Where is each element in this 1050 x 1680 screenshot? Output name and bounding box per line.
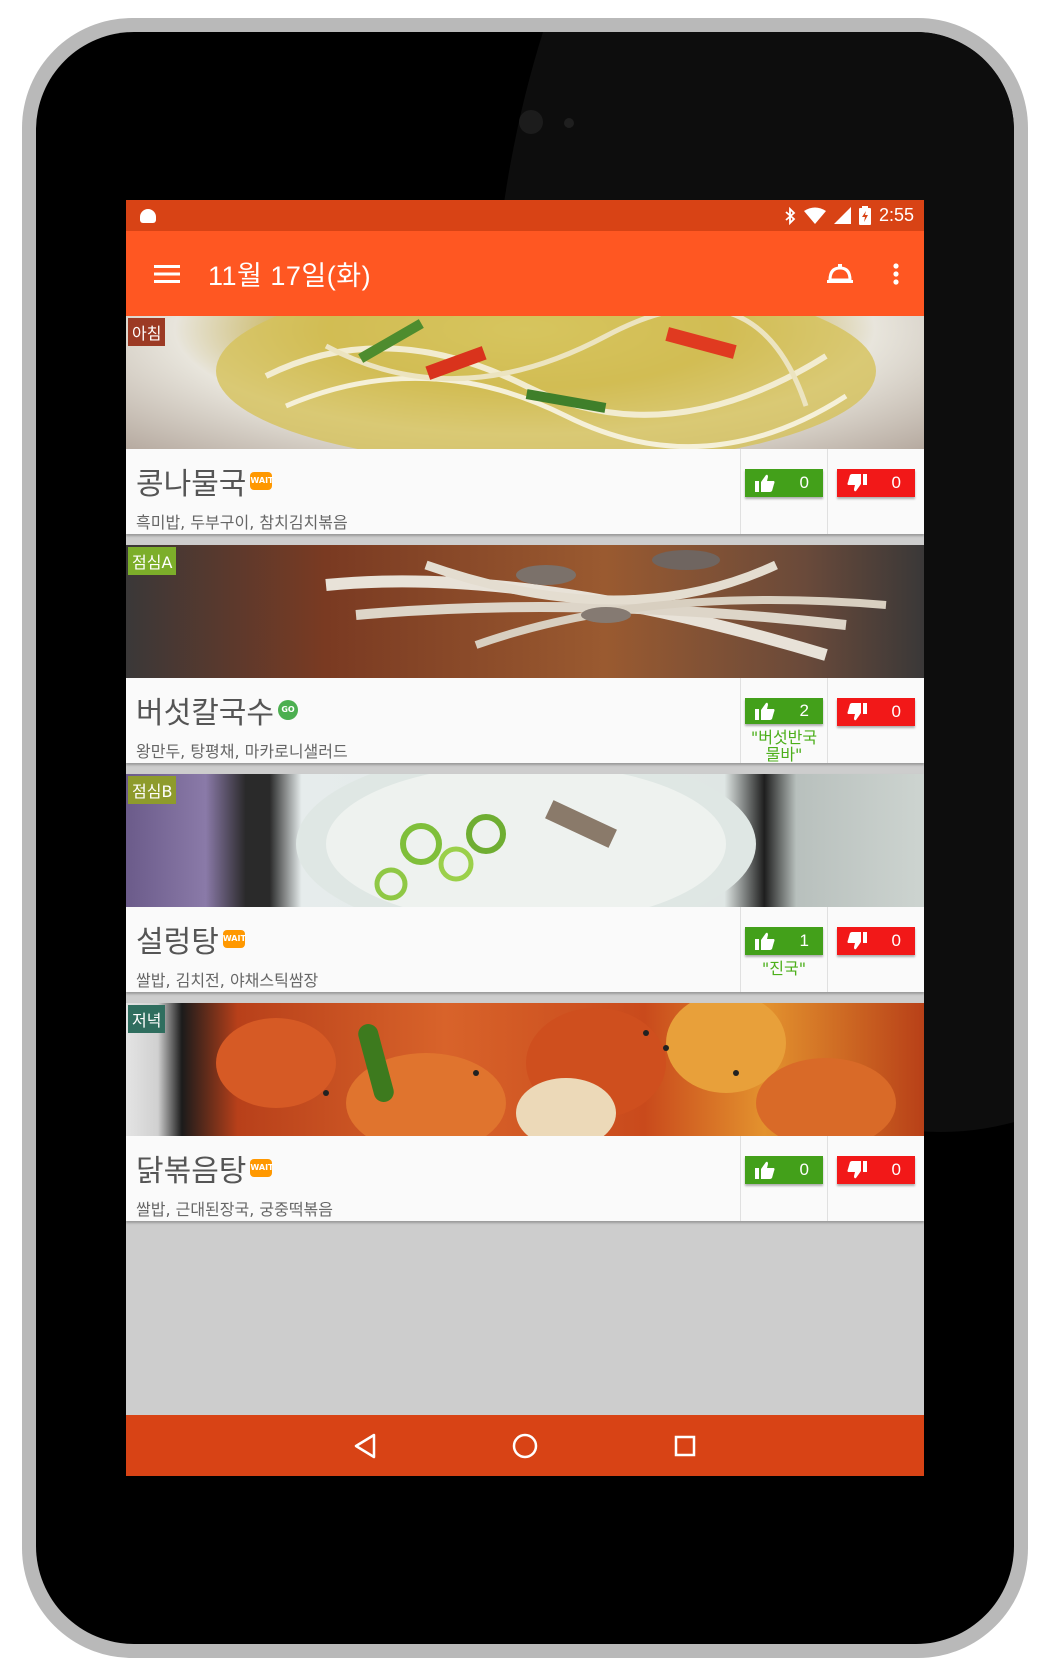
navigation-bar [126,1415,924,1476]
dislike-button[interactable]: 0 [837,698,915,726]
meal-card[interactable]: 아침 콩나물국 WAIT 흑미밥, 두부구이, 참치김치볶음 0 0 [126,316,924,534]
dish-photo: 점심A [126,545,924,678]
page-title: 11월 17일(화) [208,261,372,291]
side-dishes: 왕만두, 탕평채, 마카로니샐러드 [136,742,348,761]
thumb-down-icon [847,703,867,721]
alarm-button[interactable] [812,231,868,316]
dish-photo: 점심B [126,774,924,907]
dish-name: 닭볶음탕 [136,1154,247,1189]
like-count: 1 [799,931,809,950]
like-count: 0 [799,1160,809,1179]
dislike-count: 0 [891,473,901,492]
mushroom-noodle-illustration [325,550,887,661]
dislike-button[interactable]: 0 [837,1156,915,1184]
dish-name: 콩나물국 [136,467,247,502]
home-button[interactable] [445,1433,605,1459]
dislike-count: 0 [891,931,901,950]
dislike-count: 0 [891,702,901,721]
battery-charging-icon [858,206,871,225]
like-button[interactable]: 2 [745,698,823,724]
dislike-count: 0 [891,1160,901,1179]
meal-time-tag: 점심B [128,776,177,804]
dish-name: 설렁탕 [136,925,219,960]
beef-bone-soup-illustration [296,774,756,907]
dish-photo: 저녁 [126,1003,924,1136]
hamburger-menu-icon [154,264,180,283]
dislike-button[interactable]: 0 [837,927,915,955]
side-dishes: 쌀밥, 근대된장국, 궁중떡볶음 [136,1200,333,1219]
bean-sprout-soup-illustration [216,316,876,449]
comment: "진국" [761,959,807,978]
meal-time-tag: 저녁 [128,1005,166,1033]
back-triangle-icon [354,1433,376,1458]
screen: 2:55 11월 17일(화) 아침 콩나물국 WAIT 흑미밥, 두부구이, … [126,200,924,1476]
like-button[interactable]: 1 [745,927,823,955]
dish-name: 버섯칼국수 [136,696,274,731]
cell-signal-icon [833,207,851,224]
android-notification-icon [140,208,156,223]
thumb-up-icon [755,932,775,950]
meal-time-tag: 점심A [128,547,177,575]
like-button[interactable]: 0 [745,1156,823,1184]
light-sensor [564,118,574,128]
meal-time-tag: 아침 [128,318,166,346]
dish-photo: 아침 [126,316,924,449]
thumb-down-icon [847,932,867,950]
side-dishes: 흑미밥, 두부구이, 참치김치볶음 [136,513,348,532]
recents-square-icon [674,1435,696,1456]
alarm-bell-icon [827,263,853,283]
app-bar: 11월 17일(화) [126,231,924,316]
comment: "버섯반국물바" [750,728,818,764]
status-time: 2:55 [878,205,914,225]
front-camera [519,110,543,134]
wait-badge-icon: WAIT [250,472,274,490]
more-vert-icon [893,262,899,285]
thumb-up-icon [755,702,775,720]
meal-card[interactable]: 저녁 닭볶음탕 WAIT 쌀밥, 근대된장국, 궁중떡볶음 0 0 [126,1003,924,1221]
go-badge-icon: GO [278,700,298,720]
meal-card[interactable]: 점심A 버섯칼국수 GO 왕만두, 탕평채, 마카로니샐러드 2 "버섯반국물바… [126,545,924,763]
home-circle-icon [512,1433,538,1458]
thumb-up-icon [755,1161,775,1179]
like-count: 0 [799,473,809,492]
dislike-button[interactable]: 0 [837,469,915,497]
like-count: 2 [799,701,809,720]
bluetooth-icon [785,206,796,225]
thumb-up-icon [755,474,775,492]
overflow-menu-button[interactable] [868,231,924,316]
wait-badge-icon: WAIT [250,1159,274,1177]
meal-card[interactable]: 점심B 설렁탕 WAIT 쌀밥, 김치전, 야채스틱쌈장 1 "진국" 0 [126,774,924,992]
menu-button[interactable] [126,231,208,316]
wifi-icon [803,207,826,224]
thumb-down-icon [847,1161,867,1179]
wait-badge-icon: WAIT [222,930,246,948]
recents-button[interactable] [605,1435,765,1457]
thumb-down-icon [847,474,867,492]
back-button[interactable] [285,1433,445,1459]
side-dishes: 쌀밥, 김치전, 야채스틱쌈장 [136,971,319,990]
like-button[interactable]: 0 [745,469,823,497]
meal-list: 아침 콩나물국 WAIT 흑미밥, 두부구이, 참치김치볶음 0 0 점심A 버… [126,316,924,1221]
braised-chicken-illustration [216,1003,896,1136]
status-bar: 2:55 [126,200,924,231]
